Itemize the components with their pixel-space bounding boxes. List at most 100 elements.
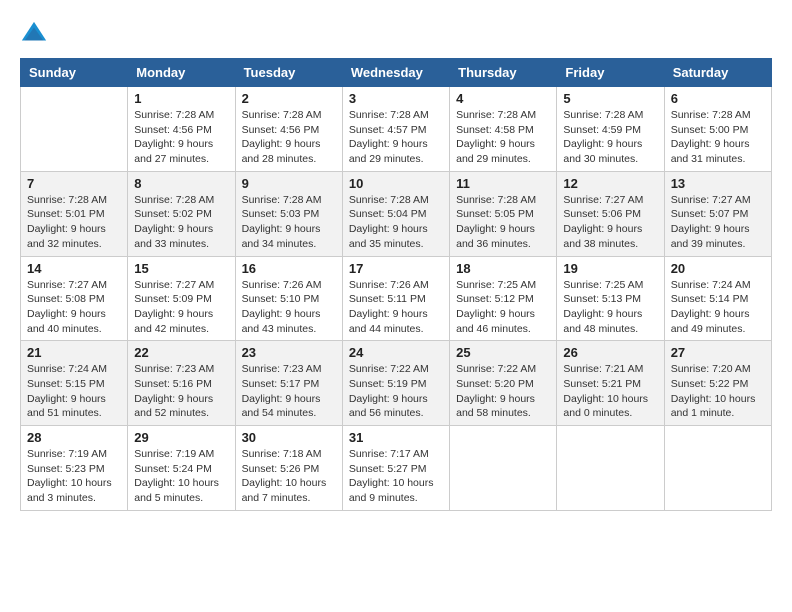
- weekday-header-tuesday: Tuesday: [235, 59, 342, 87]
- day-info: Sunrise: 7:28 AMSunset: 5:01 PMDaylight:…: [27, 193, 121, 252]
- day-number: 13: [671, 176, 765, 191]
- day-info: Sunrise: 7:28 AMSunset: 5:03 PMDaylight:…: [242, 193, 336, 252]
- calendar-cell: 11 Sunrise: 7:28 AMSunset: 5:05 PMDayligh…: [450, 171, 557, 256]
- day-info: Sunrise: 7:27 AMSunset: 5:07 PMDaylight:…: [671, 193, 765, 252]
- calendar-cell: 15 Sunrise: 7:27 AMSunset: 5:09 PMDayligh…: [128, 256, 235, 341]
- page-header: [20, 20, 772, 48]
- calendar-body: 1 Sunrise: 7:28 AMSunset: 4:56 PMDaylight…: [21, 87, 772, 511]
- day-number: 4: [456, 91, 550, 106]
- day-number: 10: [349, 176, 443, 191]
- calendar-cell: 27 Sunrise: 7:20 AMSunset: 5:22 PMDayligh…: [664, 341, 771, 426]
- calendar-week-2: 7 Sunrise: 7:28 AMSunset: 5:01 PMDaylight…: [21, 171, 772, 256]
- calendar-week-1: 1 Sunrise: 7:28 AMSunset: 4:56 PMDaylight…: [21, 87, 772, 172]
- calendar-cell: 19Sunrise: 7:25 AMSunset: 5:13 PMDayligh…: [557, 256, 664, 341]
- day-number: 28: [27, 430, 121, 445]
- day-info: Sunrise: 7:28 AMSunset: 5:00 PMDaylight:…: [671, 108, 765, 167]
- calendar-cell: 12 Sunrise: 7:27 AMSunset: 5:06 PMDayligh…: [557, 171, 664, 256]
- weekday-header-wednesday: Wednesday: [342, 59, 449, 87]
- day-number: 15: [134, 261, 228, 276]
- calendar-cell: 9 Sunrise: 7:28 AMSunset: 5:03 PMDaylight…: [235, 171, 342, 256]
- day-number: 2: [242, 91, 336, 106]
- calendar-cell: 26 Sunrise: 7:21 AMSunset: 5:21 PMDayligh…: [557, 341, 664, 426]
- calendar-cell: 18 Sunrise: 7:25 AMSunset: 5:12 PMDayligh…: [450, 256, 557, 341]
- day-number: 5: [563, 91, 657, 106]
- day-info: Sunrise: 7:28 AMSunset: 4:59 PMDaylight:…: [563, 108, 657, 167]
- day-info: Sunrise: 7:22 AMSunset: 5:19 PMDaylight:…: [349, 362, 443, 421]
- weekday-header-sunday: Sunday: [21, 59, 128, 87]
- calendar-cell: 29 Sunrise: 7:19 AMSunset: 5:24 PMDayligh…: [128, 426, 235, 511]
- day-info: Sunrise: 7:25 AMSunset: 5:12 PMDaylight:…: [456, 278, 550, 337]
- calendar-week-5: 28 Sunrise: 7:19 AMSunset: 5:23 PMDayligh…: [21, 426, 772, 511]
- day-info: Sunrise: 7:24 AMSunset: 5:14 PMDaylight:…: [671, 278, 765, 337]
- day-info: Sunrise: 7:28 AMSunset: 4:56 PMDaylight:…: [134, 108, 228, 167]
- logo-icon: [20, 20, 48, 48]
- day-info: Sunrise: 7:19 AMSunset: 5:23 PMDaylight:…: [27, 447, 121, 506]
- calendar-cell: 14 Sunrise: 7:27 AMSunset: 5:08 PMDayligh…: [21, 256, 128, 341]
- calendar-cell: 8 Sunrise: 7:28 AMSunset: 5:02 PMDaylight…: [128, 171, 235, 256]
- day-info: Sunrise: 7:23 AMSunset: 5:16 PMDaylight:…: [134, 362, 228, 421]
- day-number: 9: [242, 176, 336, 191]
- day-number: 1: [134, 91, 228, 106]
- day-number: 27: [671, 345, 765, 360]
- day-number: 17: [349, 261, 443, 276]
- day-number: 29: [134, 430, 228, 445]
- calendar-cell: 23 Sunrise: 7:23 AMSunset: 5:17 PMDayligh…: [235, 341, 342, 426]
- day-number: 22: [134, 345, 228, 360]
- day-info: Sunrise: 7:28 AMSunset: 4:58 PMDaylight:…: [456, 108, 550, 167]
- calendar-cell: 24 Sunrise: 7:22 AMSunset: 5:19 PMDayligh…: [342, 341, 449, 426]
- day-info: Sunrise: 7:17 AMSunset: 5:27 PMDaylight:…: [349, 447, 443, 506]
- calendar-cell: [21, 87, 128, 172]
- calendar-cell: [557, 426, 664, 511]
- calendar-cell: 1 Sunrise: 7:28 AMSunset: 4:56 PMDaylight…: [128, 87, 235, 172]
- day-number: 19: [563, 261, 657, 276]
- calendar-week-4: 21 Sunrise: 7:24 AMSunset: 5:15 PMDayligh…: [21, 341, 772, 426]
- calendar-cell: 7 Sunrise: 7:28 AMSunset: 5:01 PMDaylight…: [21, 171, 128, 256]
- calendar-cell: 16Sunrise: 7:26 AMSunset: 5:10 PMDayligh…: [235, 256, 342, 341]
- calendar-cell: 13 Sunrise: 7:27 AMSunset: 5:07 PMDayligh…: [664, 171, 771, 256]
- day-info: Sunrise: 7:28 AMSunset: 4:56 PMDaylight:…: [242, 108, 336, 167]
- calendar-cell: 6Sunrise: 7:28 AMSunset: 5:00 PMDaylight…: [664, 87, 771, 172]
- day-number: 30: [242, 430, 336, 445]
- calendar-header: SundayMondayTuesdayWednesdayThursdayFrid…: [21, 59, 772, 87]
- day-info: Sunrise: 7:20 AMSunset: 5:22 PMDaylight:…: [671, 362, 765, 421]
- day-info: Sunrise: 7:27 AMSunset: 5:09 PMDaylight:…: [134, 278, 228, 337]
- day-info: Sunrise: 7:28 AMSunset: 5:05 PMDaylight:…: [456, 193, 550, 252]
- day-info: Sunrise: 7:23 AMSunset: 5:17 PMDaylight:…: [242, 362, 336, 421]
- day-info: Sunrise: 7:27 AMSunset: 5:08 PMDaylight:…: [27, 278, 121, 337]
- calendar-week-3: 14 Sunrise: 7:27 AMSunset: 5:08 PMDayligh…: [21, 256, 772, 341]
- day-number: 14: [27, 261, 121, 276]
- day-info: Sunrise: 7:28 AMSunset: 5:04 PMDaylight:…: [349, 193, 443, 252]
- calendar-cell: 22 Sunrise: 7:23 AMSunset: 5:16 PMDayligh…: [128, 341, 235, 426]
- day-number: 23: [242, 345, 336, 360]
- day-number: 3: [349, 91, 443, 106]
- day-number: 12: [563, 176, 657, 191]
- logo: [20, 20, 52, 48]
- day-info: Sunrise: 7:21 AMSunset: 5:21 PMDaylight:…: [563, 362, 657, 421]
- day-info: Sunrise: 7:22 AMSunset: 5:20 PMDaylight:…: [456, 362, 550, 421]
- weekday-row: SundayMondayTuesdayWednesdayThursdayFrid…: [21, 59, 772, 87]
- calendar-table: SundayMondayTuesdayWednesdayThursdayFrid…: [20, 58, 772, 511]
- day-info: Sunrise: 7:28 AMSunset: 4:57 PMDaylight:…: [349, 108, 443, 167]
- calendar-cell: 5 Sunrise: 7:28 AMSunset: 4:59 PMDaylight…: [557, 87, 664, 172]
- calendar-cell: 4 Sunrise: 7:28 AMSunset: 4:58 PMDaylight…: [450, 87, 557, 172]
- day-number: 21: [27, 345, 121, 360]
- day-number: 18: [456, 261, 550, 276]
- day-number: 24: [349, 345, 443, 360]
- day-info: Sunrise: 7:27 AMSunset: 5:06 PMDaylight:…: [563, 193, 657, 252]
- day-info: Sunrise: 7:19 AMSunset: 5:24 PMDaylight:…: [134, 447, 228, 506]
- day-info: Sunrise: 7:24 AMSunset: 5:15 PMDaylight:…: [27, 362, 121, 421]
- day-number: 8: [134, 176, 228, 191]
- day-info: Sunrise: 7:28 AMSunset: 5:02 PMDaylight:…: [134, 193, 228, 252]
- day-number: 7: [27, 176, 121, 191]
- calendar-cell: [450, 426, 557, 511]
- weekday-header-thursday: Thursday: [450, 59, 557, 87]
- weekday-header-friday: Friday: [557, 59, 664, 87]
- calendar-cell: 17 Sunrise: 7:26 AMSunset: 5:11 PMDayligh…: [342, 256, 449, 341]
- day-info: Sunrise: 7:26 AMSunset: 5:11 PMDaylight:…: [349, 278, 443, 337]
- weekday-header-saturday: Saturday: [664, 59, 771, 87]
- day-number: 26: [563, 345, 657, 360]
- calendar-cell: 20Sunrise: 7:24 AMSunset: 5:14 PMDayligh…: [664, 256, 771, 341]
- day-number: 25: [456, 345, 550, 360]
- day-number: 11: [456, 176, 550, 191]
- day-info: Sunrise: 7:18 AMSunset: 5:26 PMDaylight:…: [242, 447, 336, 506]
